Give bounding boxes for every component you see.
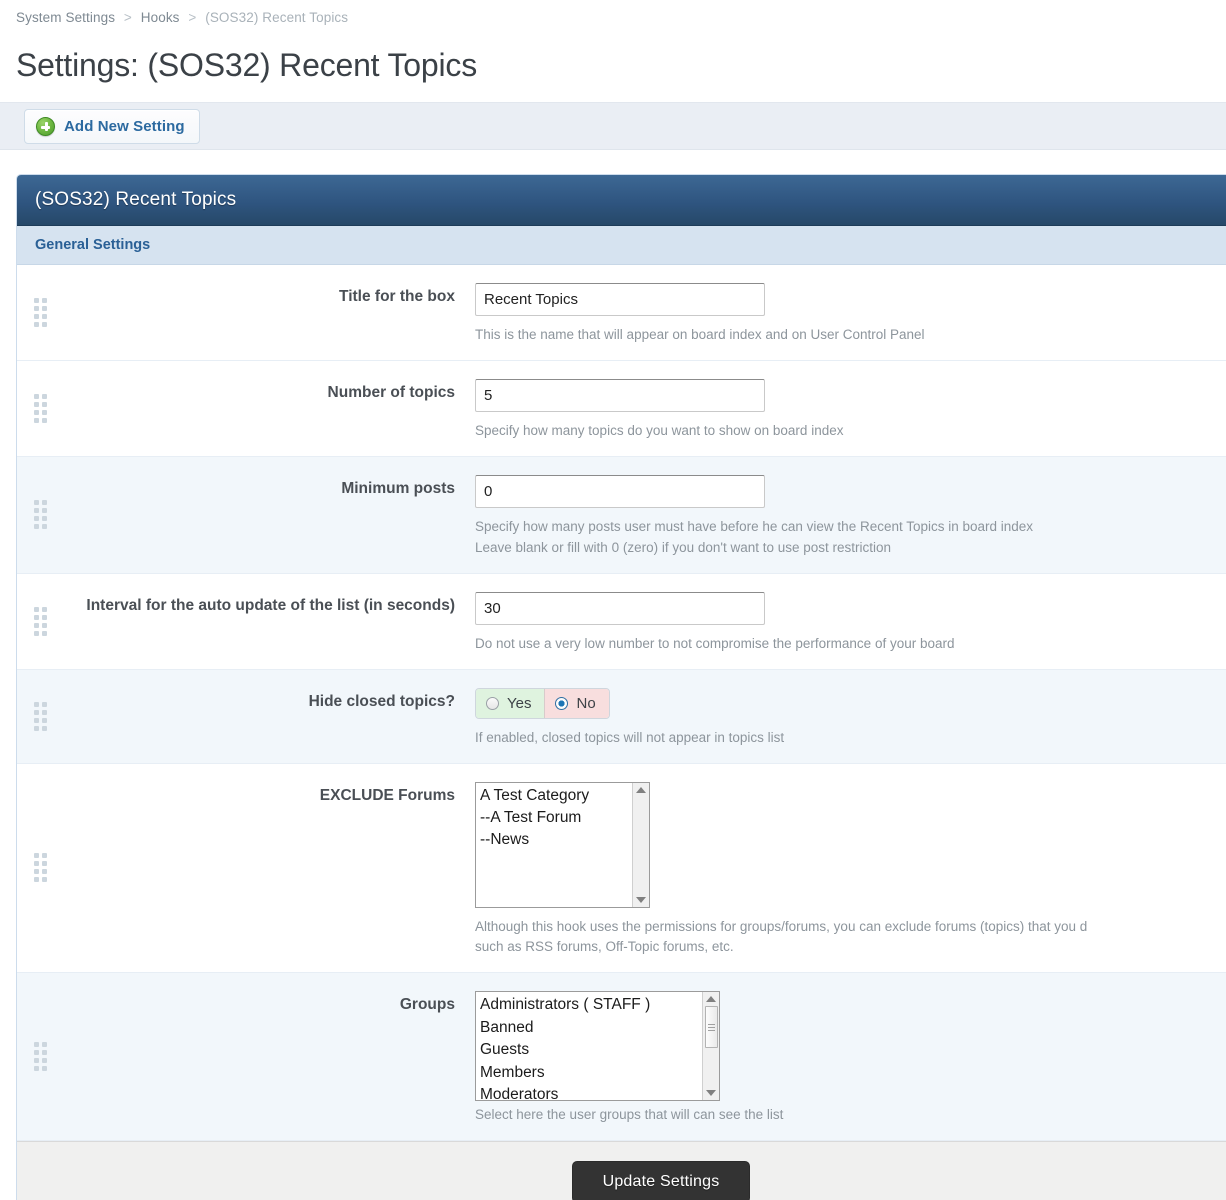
drag-handle[interactable] bbox=[17, 361, 63, 456]
radio-option-yes[interactable]: Yes bbox=[476, 688, 545, 718]
list-item[interactable]: --News bbox=[480, 829, 632, 851]
radio-option-no-label: No bbox=[576, 694, 596, 712]
setting-row-groups: Groups Administrators ( STAFF ) Banned G… bbox=[17, 973, 1226, 1142]
setting-field: Do not use a very low number to not comp… bbox=[475, 574, 1226, 669]
setting-row-number-of-topics: Number of topics Specify how many topics… bbox=[17, 360, 1226, 457]
setting-field: A Test Category --A Test Forum --News Al… bbox=[475, 764, 1226, 973]
setting-label: Hide closed topics? bbox=[308, 692, 455, 710]
panel-footer: Update Settings bbox=[17, 1141, 1226, 1200]
grip-dots-icon bbox=[33, 853, 47, 883]
setting-row-title-for-the-box: Title for the box This is the name that … bbox=[17, 265, 1226, 361]
drag-handle[interactable] bbox=[17, 764, 63, 973]
setting-description: This is the name that will appear on boa… bbox=[475, 327, 925, 342]
grip-dots-icon bbox=[33, 500, 47, 530]
setting-description-line2: such as RSS forums, Off-Topic forums, et… bbox=[475, 939, 734, 955]
scroll-up-arrow-icon[interactable] bbox=[706, 996, 716, 1003]
breadcrumb-item-hooks[interactable]: Hooks bbox=[141, 10, 180, 25]
setting-description: Specify how many topics do you want to s… bbox=[475, 422, 844, 438]
grip-dots-icon bbox=[33, 606, 47, 636]
grip-dots-icon bbox=[33, 393, 47, 423]
listbox-scrollbar[interactable] bbox=[632, 782, 649, 907]
setting-label: Groups bbox=[399, 996, 455, 1014]
drag-handle[interactable] bbox=[17, 670, 63, 763]
scroll-up-arrow-icon[interactable] bbox=[636, 786, 646, 793]
listbox-scrollbar[interactable] bbox=[702, 992, 719, 1101]
setting-field: Specify how many posts user must have be… bbox=[475, 457, 1226, 573]
interval-input[interactable] bbox=[475, 591, 765, 625]
list-item[interactable]: Administrators ( STAFF ) bbox=[480, 994, 702, 1016]
setting-row-hide-closed-topics: Hide closed topics? Yes No If enabled, c… bbox=[17, 669, 1226, 764]
settings-panel: (SOS32) Recent Topics General Settings T… bbox=[16, 174, 1226, 1200]
breadcrumb-item-system-settings[interactable]: System Settings bbox=[16, 10, 115, 25]
setting-label: Title for the box bbox=[339, 288, 455, 305]
breadcrumb-separator: > bbox=[188, 10, 197, 25]
exclude-forums-options[interactable]: A Test Category --A Test Forum --News bbox=[476, 783, 632, 907]
radio-option-yes-label: Yes bbox=[507, 694, 532, 712]
setting-description-line2: Leave blank or fill with 0 (zero) if you… bbox=[475, 539, 892, 555]
scroll-down-arrow-icon[interactable] bbox=[636, 896, 646, 903]
radio-no-icon[interactable] bbox=[555, 696, 569, 710]
setting-label: Minimum posts bbox=[341, 479, 455, 497]
list-item[interactable]: Members bbox=[480, 1062, 702, 1084]
panel-section-heading: General Settings bbox=[17, 226, 1226, 265]
setting-row-interval: Interval for the auto update of the list… bbox=[17, 573, 1226, 670]
setting-description: Specify how many posts user must have be… bbox=[475, 518, 1034, 534]
groups-options[interactable]: Administrators ( STAFF ) Banned Guests M… bbox=[476, 992, 702, 1100]
number-of-topics-input[interactable] bbox=[475, 378, 765, 412]
setting-label: EXCLUDE Forums bbox=[319, 786, 455, 804]
scroll-down-arrow-icon[interactable] bbox=[706, 1090, 716, 1097]
hide-closed-topics-radio-group: Yes No bbox=[475, 687, 610, 719]
setting-field: Administrators ( STAFF ) Banned Guests M… bbox=[475, 973, 1226, 1140]
grip-dots-icon bbox=[33, 297, 47, 327]
exclude-forums-listbox[interactable]: A Test Category --A Test Forum --News bbox=[475, 781, 650, 908]
breadcrumb-separator: > bbox=[123, 10, 132, 25]
minimum-posts-input[interactable] bbox=[475, 474, 765, 508]
setting-row-minimum-posts: Minimum posts Specify how many posts use… bbox=[17, 456, 1226, 574]
drag-handle[interactable] bbox=[17, 973, 63, 1140]
groups-listbox[interactable]: Administrators ( STAFF ) Banned Guests M… bbox=[475, 991, 720, 1102]
setting-field: This is the name that will appear on boa… bbox=[475, 265, 1226, 360]
setting-row-exclude-forums: EXCLUDE Forums A Test Category --A Test … bbox=[17, 763, 1226, 974]
setting-label: Number of topics bbox=[327, 383, 455, 401]
setting-label: Interval for the auto update of the list… bbox=[86, 596, 455, 614]
breadcrumb-item-current: (SOS32) Recent Topics bbox=[205, 10, 349, 25]
setting-description: Although this hook uses the permissions … bbox=[475, 918, 1088, 934]
grip-dots-icon bbox=[33, 701, 47, 731]
radio-yes-icon[interactable] bbox=[486, 696, 499, 710]
drag-handle[interactable] bbox=[17, 457, 63, 573]
page-title: Settings: (SOS32) Recent Topics bbox=[16, 47, 477, 83]
add-new-setting-label: Add New Setting bbox=[64, 117, 185, 135]
panel-title: (SOS32) Recent Topics bbox=[17, 175, 1226, 226]
radio-option-no[interactable]: No bbox=[544, 688, 609, 718]
list-item[interactable]: A Test Category bbox=[480, 785, 632, 807]
update-settings-button[interactable]: Update Settings bbox=[571, 1161, 751, 1200]
drag-handle[interactable] bbox=[17, 265, 63, 360]
setting-field: Specify how many topics do you want to s… bbox=[475, 361, 1226, 456]
setting-description: Select here the user groups that will ca… bbox=[475, 1107, 784, 1123]
list-item[interactable]: --A Test Forum bbox=[480, 807, 632, 829]
plus-circle-icon bbox=[36, 116, 55, 136]
list-item[interactable]: Banned bbox=[480, 1017, 702, 1039]
scrollbar-thumb[interactable] bbox=[704, 1006, 718, 1049]
drag-handle[interactable] bbox=[17, 574, 63, 669]
setting-field: Yes No If enabled, closed topics will no… bbox=[475, 670, 1226, 763]
breadcrumb: System Settings > Hooks > (SOS32) Recent… bbox=[0, 0, 1226, 25]
grip-dots-icon bbox=[33, 1042, 47, 1072]
title-for-the-box-input[interactable] bbox=[475, 283, 765, 316]
setting-description: If enabled, closed topics will not appea… bbox=[475, 729, 785, 745]
toolbar: Add New Setting bbox=[0, 102, 1226, 150]
list-item[interactable]: Guests bbox=[480, 1039, 702, 1061]
setting-description: Do not use a very low number to not comp… bbox=[475, 635, 955, 651]
list-item[interactable]: Moderators bbox=[480, 1084, 702, 1100]
add-new-setting-button[interactable]: Add New Setting bbox=[24, 108, 200, 144]
